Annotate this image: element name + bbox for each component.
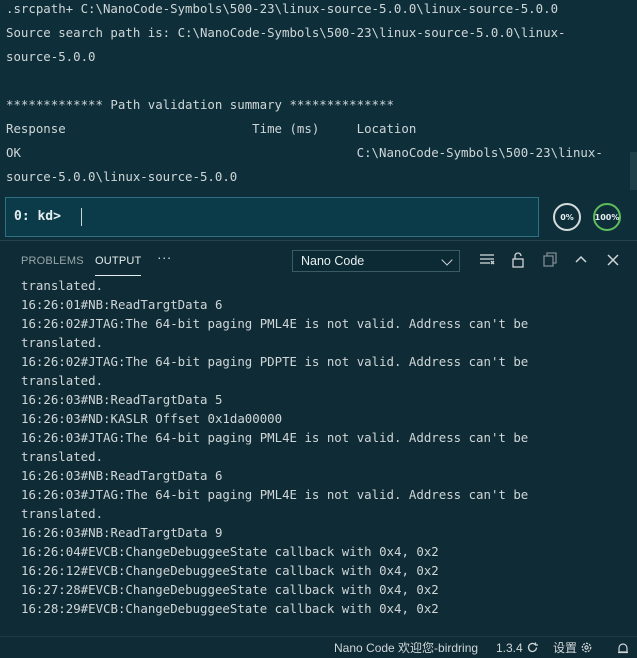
output-line: 16:26:03#NB:ReadTargtData 6 <box>21 468 223 483</box>
output-line: 16:28:29#EVCB:ChangeDebuggeeState callba… <box>21 601 439 616</box>
status-bar: Nano Code 欢迎您-birdring 1.3.4 设置 <box>0 636 637 658</box>
chevron-down-icon <box>441 254 453 266</box>
close-icon[interactable] <box>604 251 622 269</box>
output-line: 16:26:03#JTAG:The 64-bit paging PML4E is… <box>21 430 529 445</box>
output-line: 16:26:02#JTAG:The 64-bit paging PML4E is… <box>21 316 529 331</box>
command-input[interactable]: 0: kd> <box>5 197 539 237</box>
tab-problems[interactable]: PROBLEMS <box>21 253 84 275</box>
output-line: 16:26:12#EVCB:ChangeDebuggeeState callba… <box>21 563 439 578</box>
console-line: ************* Path validation summary **… <box>6 97 394 112</box>
console-line: source-5.0.0\linux-source-5.0.0 <box>6 169 238 184</box>
console-line: Source search path is: C:\NanoCode-Symbo… <box>6 25 566 40</box>
output-line: translated. <box>21 506 104 521</box>
text-caret <box>81 208 82 226</box>
output-line: 16:26:03#NB:ReadTargtData 5 <box>21 392 223 407</box>
output-line: 16:26:01#NB:ReadTargtData 6 <box>21 297 223 312</box>
console-line: Response Time (ms) Location <box>6 121 417 136</box>
output-line: translated. <box>21 335 104 350</box>
output-line: 16:26:02#JTAG:The 64-bit paging PDPTE is… <box>21 354 529 369</box>
notifications-icon[interactable] <box>616 641 630 657</box>
version-label: 1.3.4 <box>496 641 523 655</box>
output-channel-value: Nano Code <box>301 254 365 268</box>
cpu-usage-label: 0% <box>560 212 574 222</box>
output-line: translated. <box>21 449 104 464</box>
debugger-console: .srcpath+ C:\NanoCode-Symbols\500-23\lin… <box>0 0 637 192</box>
output-line: 16:26:03#NB:ReadTargtData 9 <box>21 525 223 540</box>
sync-icon <box>527 642 539 653</box>
memory-usage-label: 100% <box>594 212 620 222</box>
output-panel: PROBLEMS OUTPUT ··· Nano Code translated… <box>0 240 637 637</box>
tab-output[interactable]: OUTPUT <box>95 253 142 276</box>
output-line: 16:26:04#EVCB:ChangeDebuggeeState callba… <box>21 544 439 559</box>
status-extension-label[interactable]: Nano Code 欢迎您-birdring <box>334 640 478 656</box>
gear-icon <box>582 642 592 653</box>
console-line: OK C:\NanoCode-Symbols\500-23\linux- <box>6 145 603 160</box>
lock-icon[interactable] <box>509 251 527 269</box>
list-filter-icon[interactable] <box>478 251 496 269</box>
status-settings[interactable]: 设置 <box>553 640 593 656</box>
output-line: translated. <box>21 373 104 388</box>
memory-usage-gauge: 100% <box>593 203 621 231</box>
more-actions-icon[interactable]: ··· <box>157 249 172 271</box>
output-line: translated. <box>21 278 104 293</box>
console-line: source-5.0.0 <box>6 49 96 64</box>
chevron-up-icon[interactable] <box>572 251 590 269</box>
output-line: 16:26:03#ND:KASLR Offset 0x1da00000 <box>21 411 283 426</box>
console-line: .srcpath+ C:\NanoCode-Symbols\500-23\lin… <box>6 1 559 16</box>
console-scrollbar-thumb[interactable] <box>630 152 637 190</box>
console-scrollbar[interactable] <box>629 0 637 192</box>
output-line: 16:26:03#JTAG:The 64-bit paging PML4E is… <box>21 487 529 502</box>
cpu-usage-gauge: 0% <box>553 203 581 231</box>
settings-label: 设置 <box>553 641 578 655</box>
output-line: 16:27:28#EVCB:ChangeDebuggeeState callba… <box>21 582 439 597</box>
status-version[interactable]: 1.3.4 <box>496 640 539 656</box>
output-channel-select[interactable]: Nano Code <box>292 250 460 272</box>
command-prompt: 0: kd> <box>14 209 61 224</box>
copy-icon[interactable] <box>541 251 559 269</box>
